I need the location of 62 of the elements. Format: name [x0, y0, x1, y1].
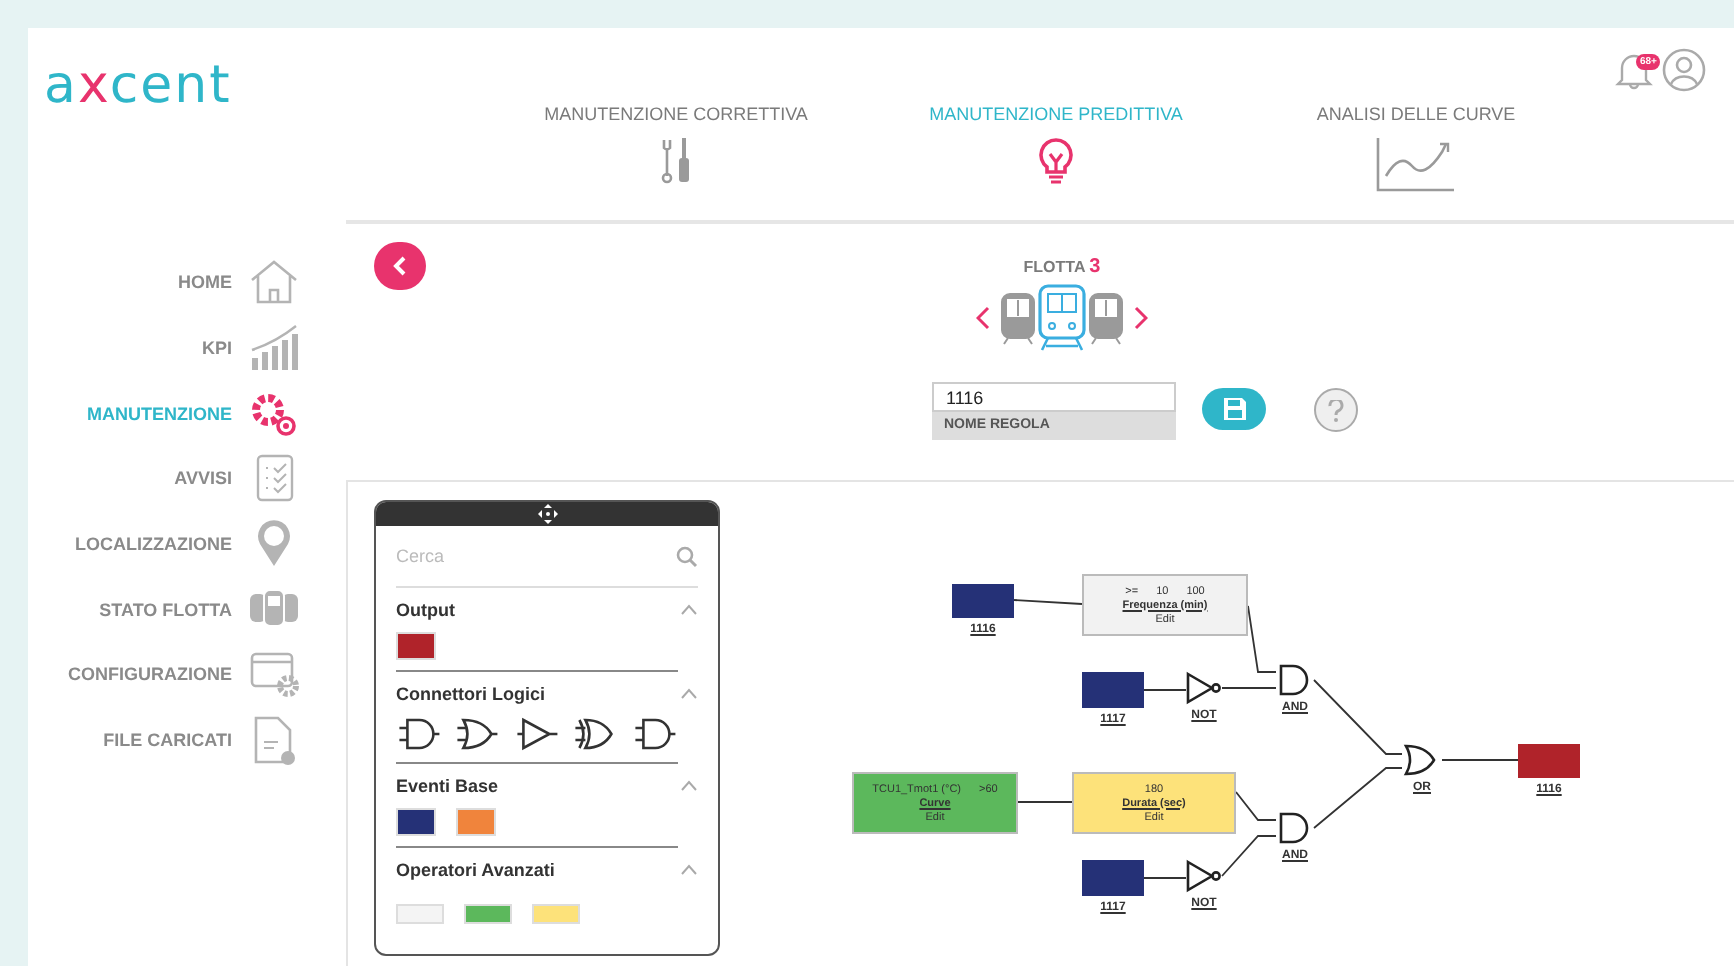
- not-gate[interactable]: [1186, 860, 1222, 892]
- sidebar-item[interactable]: LOCALIZZAZIONE: [28, 511, 346, 577]
- wire: [1221, 687, 1277, 689]
- section-title: Output: [396, 600, 455, 620]
- trains-icon: [1000, 282, 1124, 354]
- wire: [1143, 689, 1187, 691]
- search-icon: [676, 545, 698, 567]
- block-swatch[interactable]: [456, 808, 496, 836]
- wire: [1221, 835, 1277, 877]
- search-field[interactable]: Cerca: [396, 526, 698, 588]
- sidebar-item[interactable]: AVVISI: [28, 446, 346, 512]
- or-gate-icon[interactable]: [454, 716, 502, 752]
- and-gate-icon[interactable]: [396, 716, 443, 752]
- wire: [1247, 605, 1277, 673]
- chevron-left-icon: [392, 256, 408, 276]
- wire: [1017, 801, 1073, 803]
- sidebar-item[interactable]: FILE CARICATI: [28, 707, 346, 773]
- bar-chart-icon: [248, 322, 300, 375]
- bell-icon[interactable]: [1614, 50, 1654, 90]
- sidebar-item[interactable]: HOME: [28, 250, 346, 316]
- line-chart-icon: [1376, 136, 1456, 192]
- caret-up-icon[interactable]: [680, 864, 698, 876]
- tab[interactable]: ANALISI DELLE CURVE: [1246, 104, 1586, 192]
- tab[interactable]: MANUTENZIONE PREDITTIVA: [866, 104, 1246, 192]
- caret-up-icon[interactable]: [680, 780, 698, 792]
- buffer-gate-icon[interactable]: [513, 716, 561, 752]
- lightbulb-icon: [1036, 136, 1076, 188]
- sidebar-item[interactable]: STATO FLOTTA: [28, 576, 346, 643]
- chevron-left-icon[interactable]: [976, 306, 990, 330]
- sidebar-item[interactable]: MANUTENZIONE: [28, 380, 346, 447]
- wire: [1313, 679, 1403, 755]
- block-swatch[interactable]: [396, 808, 436, 836]
- house-icon: [248, 256, 300, 309]
- sidebar-item[interactable]: KPI: [28, 315, 346, 381]
- wire: [1013, 599, 1083, 605]
- section-title: Eventi Base: [396, 776, 499, 796]
- help-button[interactable]: [1314, 388, 1358, 432]
- and-gate[interactable]: [1276, 812, 1314, 844]
- and-gate[interactable]: [1276, 664, 1314, 696]
- and-gate-icon[interactable]: [631, 716, 679, 752]
- wire: [1235, 791, 1277, 821]
- wire: [1441, 759, 1519, 761]
- user-icon[interactable]: [1662, 48, 1706, 92]
- caret-up-icon[interactable]: [680, 604, 698, 616]
- sidebar-item[interactable]: CONFIGURAZIONE: [28, 642, 346, 708]
- question-mark-icon: [1328, 399, 1344, 421]
- chevron-right-icon[interactable]: [1134, 306, 1148, 330]
- back-button[interactable]: [374, 242, 426, 290]
- fleet-title: FLOTTA 3: [1023, 256, 1101, 278]
- logo: axcent: [42, 54, 234, 120]
- block-swatch[interactable]: [396, 632, 436, 660]
- rule-name-field[interactable]: 1116: [932, 382, 1176, 412]
- section-title: Operatori Avanzati: [396, 860, 555, 880]
- move-icon: [537, 504, 557, 524]
- wire: [1313, 767, 1403, 829]
- caret-up-icon[interactable]: [680, 688, 698, 700]
- settings-window-icon: [248, 648, 300, 701]
- section-title: Connettori Logici: [396, 684, 545, 704]
- save-button[interactable]: [1202, 388, 1266, 430]
- not-gate[interactable]: [1186, 672, 1222, 704]
- tab[interactable]: MANUTENZIONE CORRETTIVA: [486, 104, 866, 192]
- wire: [1143, 877, 1187, 879]
